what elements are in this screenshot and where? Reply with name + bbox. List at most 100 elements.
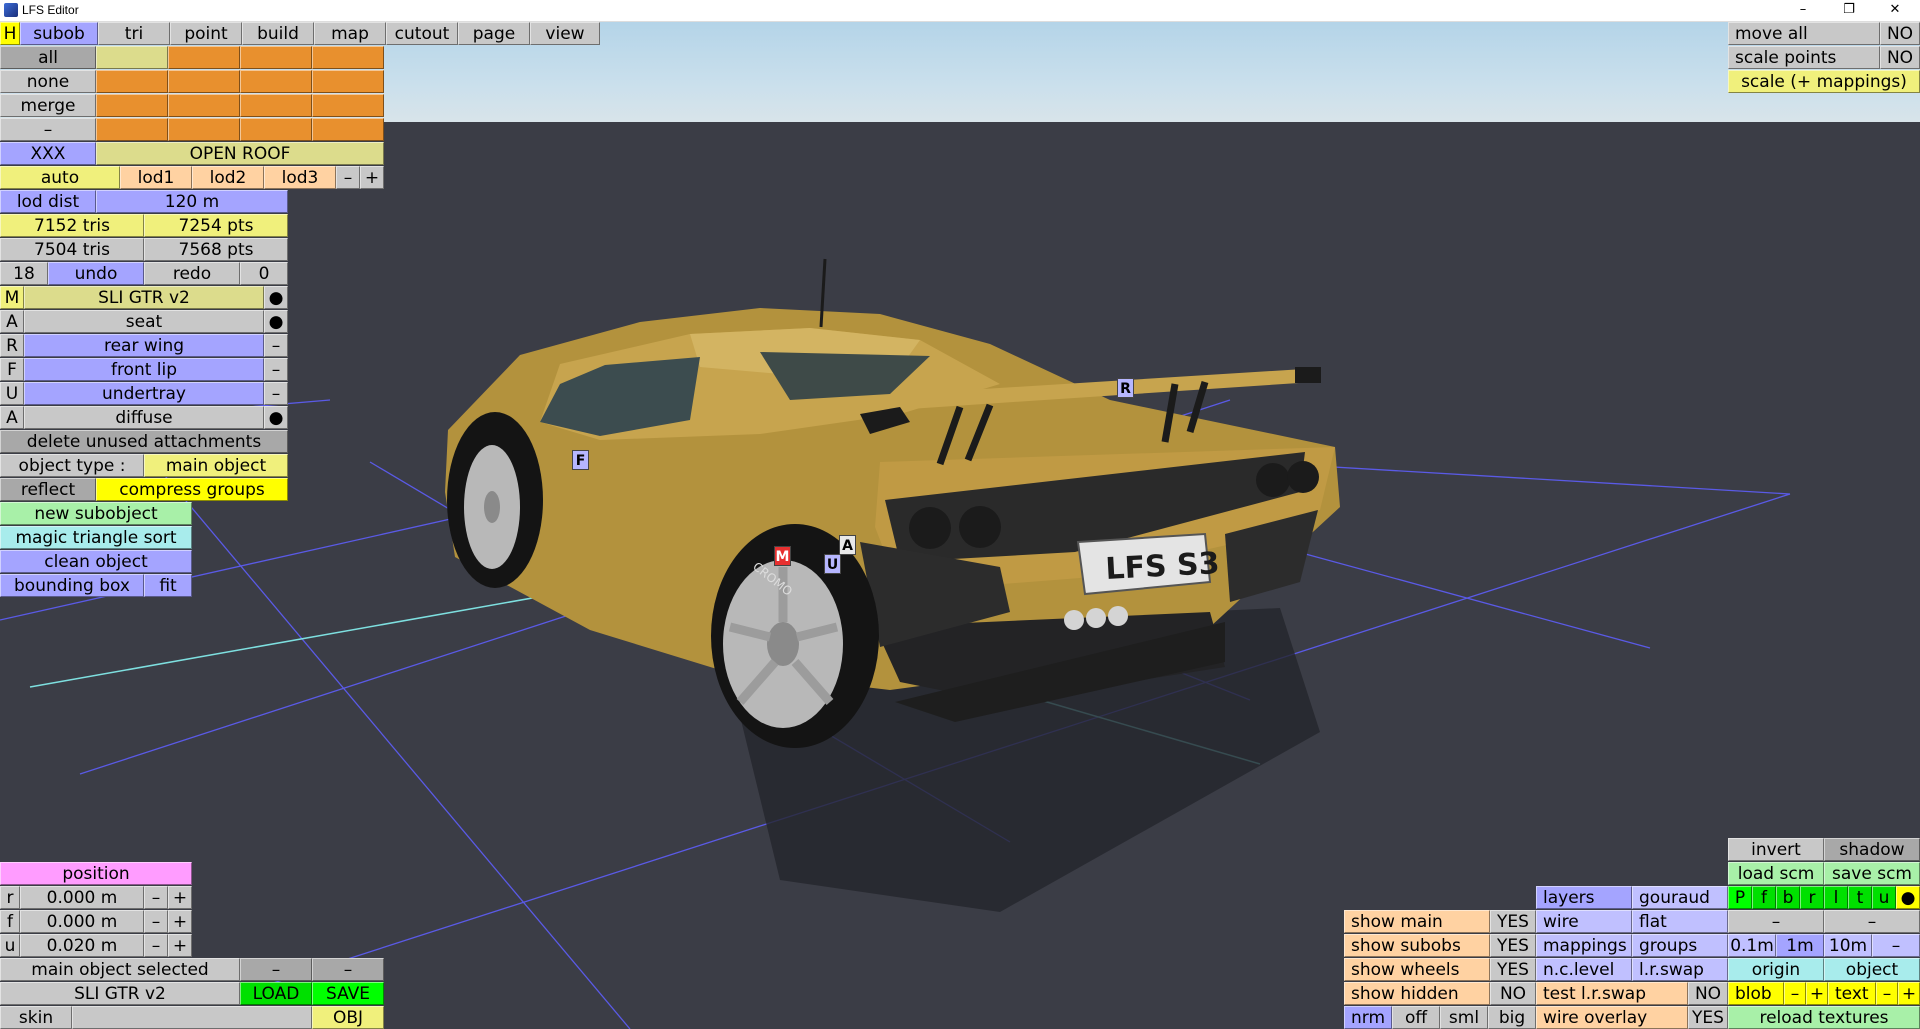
- swatch-cell[interactable]: [96, 118, 168, 141]
- compress-groups-button[interactable]: compress groups: [96, 478, 288, 501]
- blob-minus-button[interactable]: –: [1784, 982, 1806, 1005]
- fit-button[interactable]: fit: [144, 574, 192, 597]
- flat-button[interactable]: flat: [1632, 910, 1728, 933]
- scale-mappings-button[interactable]: scale (+ mappings): [1728, 70, 1920, 93]
- magic-triangle-sort-button[interactable]: magic triangle sort: [0, 526, 192, 549]
- subobject-flag[interactable]: ●: [264, 286, 288, 309]
- position-u-plus[interactable]: +: [168, 934, 192, 957]
- show-hidden-toggle[interactable]: NO: [1490, 982, 1536, 1005]
- grid-10m-button[interactable]: 10m: [1824, 934, 1872, 957]
- reflect-button[interactable]: reflect: [0, 478, 96, 501]
- select-all-button[interactable]: all: [0, 46, 96, 69]
- dash-button[interactable]: –: [1824, 910, 1920, 933]
- subobject-item-undertray[interactable]: undertray: [24, 382, 264, 405]
- blob-plus-button[interactable]: +: [1806, 982, 1828, 1005]
- object-type-value[interactable]: main object: [144, 454, 288, 477]
- subobject-item-diffuse[interactable]: diffuse: [24, 406, 264, 429]
- size-off-button[interactable]: off: [1392, 1006, 1440, 1029]
- subobject-flag[interactable]: –: [264, 358, 288, 381]
- swatch-cell[interactable]: [312, 118, 384, 141]
- subobject-flag[interactable]: –: [264, 334, 288, 357]
- position-f-minus[interactable]: –: [144, 910, 168, 933]
- undo-button[interactable]: undo: [48, 262, 144, 285]
- show-subobs-toggle[interactable]: YES: [1490, 934, 1536, 957]
- size-nrm-button[interactable]: nrm: [1344, 1006, 1392, 1029]
- tab-tri[interactable]: tri: [98, 22, 170, 45]
- position-r-value[interactable]: 0.000 m: [20, 886, 144, 909]
- channel-f-button[interactable]: f: [1752, 886, 1776, 909]
- mappings-button[interactable]: mappings: [1536, 934, 1632, 957]
- subobject-flag[interactable]: ●: [264, 310, 288, 333]
- lod3-button[interactable]: lod3: [264, 166, 336, 189]
- subobject-item-seat[interactable]: seat: [24, 310, 264, 333]
- subobject-flag[interactable]: ●: [264, 406, 288, 429]
- grid-1m-button[interactable]: 1m: [1776, 934, 1824, 957]
- xxx-button[interactable]: XXX: [0, 142, 96, 165]
- marker-front-lip[interactable]: F: [572, 450, 589, 470]
- tab-point[interactable]: point: [170, 22, 242, 45]
- save-button[interactable]: SAVE: [312, 982, 384, 1005]
- swatch-cell[interactable]: [96, 94, 168, 117]
- delete-unused-attachments-button[interactable]: delete unused attachments: [0, 430, 288, 453]
- channel-l-button[interactable]: l: [1824, 886, 1848, 909]
- tab-subob[interactable]: subob: [20, 22, 98, 45]
- lod-minus-button[interactable]: –: [336, 166, 360, 189]
- tab-h[interactable]: H: [0, 22, 20, 45]
- channel-p-button[interactable]: P: [1728, 886, 1752, 909]
- tab-page[interactable]: page: [458, 22, 530, 45]
- marker-seat[interactable]: A: [839, 535, 856, 555]
- lod-plus-button[interactable]: +: [360, 166, 384, 189]
- bounding-box-button[interactable]: bounding box: [0, 574, 144, 597]
- lr-swap-button[interactable]: l.r.swap: [1632, 958, 1728, 981]
- size-sml-button[interactable]: sml: [1440, 1006, 1488, 1029]
- lod-auto-button[interactable]: auto: [0, 166, 120, 189]
- layers-button[interactable]: layers: [1536, 886, 1632, 909]
- restore-button[interactable]: ❐: [1826, 0, 1872, 22]
- subobject-item-rear-wing[interactable]: rear wing: [24, 334, 264, 357]
- groups-button[interactable]: groups: [1632, 934, 1728, 957]
- swatch-cell[interactable]: [240, 46, 312, 69]
- wire-button[interactable]: wire: [1536, 910, 1632, 933]
- marker-undertray[interactable]: U: [824, 554, 841, 574]
- new-subobject-button[interactable]: new subobject: [0, 502, 192, 525]
- load-button[interactable]: LOAD: [240, 982, 312, 1005]
- position-u-minus[interactable]: –: [144, 934, 168, 957]
- channel-b-button[interactable]: b: [1776, 886, 1800, 909]
- scale-points-toggle[interactable]: NO: [1880, 46, 1920, 69]
- merge-button[interactable]: merge: [0, 94, 96, 117]
- show-main-toggle[interactable]: YES: [1490, 910, 1536, 933]
- shadow-button[interactable]: shadow: [1824, 838, 1920, 861]
- marker-rear-wing[interactable]: R: [1117, 378, 1134, 398]
- redo-button[interactable]: redo: [144, 262, 240, 285]
- open-roof-button[interactable]: OPEN ROOF: [96, 142, 384, 165]
- tab-build[interactable]: build: [242, 22, 314, 45]
- lod2-button[interactable]: lod2: [192, 166, 264, 189]
- gouraud-button[interactable]: gouraud: [1632, 886, 1728, 909]
- close-button[interactable]: ✕: [1872, 0, 1918, 22]
- tab-view[interactable]: view: [530, 22, 600, 45]
- swatch-cell[interactable]: [168, 70, 240, 93]
- swatch-cell[interactable]: [240, 94, 312, 117]
- object-name-field[interactable]: SLI GTR v2: [0, 982, 240, 1005]
- channel-u-button[interactable]: u: [1872, 886, 1896, 909]
- position-u-value[interactable]: 0.020 m: [20, 934, 144, 957]
- tab-map[interactable]: map: [314, 22, 386, 45]
- minimize-button[interactable]: –: [1780, 0, 1826, 22]
- position-f-plus[interactable]: +: [168, 910, 192, 933]
- subobject-item-main[interactable]: SLI GTR v2: [24, 286, 264, 309]
- position-r-plus[interactable]: +: [168, 886, 192, 909]
- dash-button[interactable]: –: [0, 118, 96, 141]
- object-button[interactable]: object: [1824, 958, 1920, 981]
- position-r-minus[interactable]: –: [144, 886, 168, 909]
- swatch-cell[interactable]: [312, 94, 384, 117]
- skin-input[interactable]: [72, 1006, 312, 1029]
- lod-dist-value[interactable]: 120 m: [96, 190, 288, 213]
- swatch-cell[interactable]: [168, 46, 240, 69]
- size-big-button[interactable]: big: [1488, 1006, 1536, 1029]
- move-all-toggle[interactable]: NO: [1880, 22, 1920, 45]
- marker-main[interactable]: M: [774, 546, 791, 566]
- clean-object-button[interactable]: clean object: [0, 550, 192, 573]
- subobject-flag[interactable]: –: [264, 382, 288, 405]
- subobject-item-front-lip[interactable]: front lip: [24, 358, 264, 381]
- load-scm-button[interactable]: load scm: [1728, 862, 1824, 885]
